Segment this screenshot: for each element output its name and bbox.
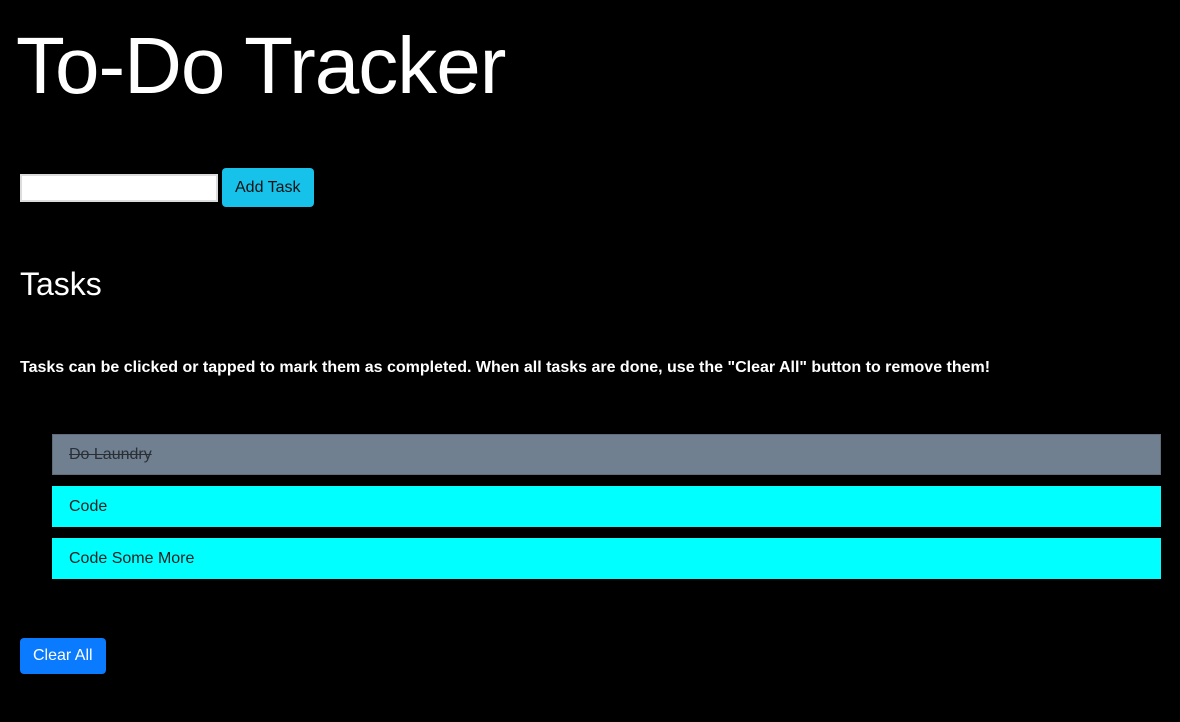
tasks-instructions: Tasks can be clicked or tapped to mark t… [20, 359, 991, 376]
tasks-heading: Tasks [20, 266, 102, 302]
add-task-button[interactable]: Add Task [222, 168, 314, 207]
task-item-2[interactable]: Code Some More [52, 538, 1161, 579]
task-label: Code Some More [69, 549, 195, 567]
page-title: To-Do Tracker [16, 21, 506, 110]
todo-page: To-Do Tracker Add Task Tasks Tasks can b… [0, 0, 1180, 722]
task-item-0[interactable]: Do Laundry [52, 434, 1161, 475]
task-input[interactable] [20, 173, 218, 202]
add-task-form: Add Task [20, 168, 314, 207]
task-label: Do Laundry [69, 445, 152, 463]
task-item-1[interactable]: Code [52, 486, 1161, 527]
clear-all-button[interactable]: Clear All [20, 638, 106, 674]
task-list: Do Laundry Code Code Some More [52, 434, 1161, 590]
task-label: Code [69, 497, 108, 515]
